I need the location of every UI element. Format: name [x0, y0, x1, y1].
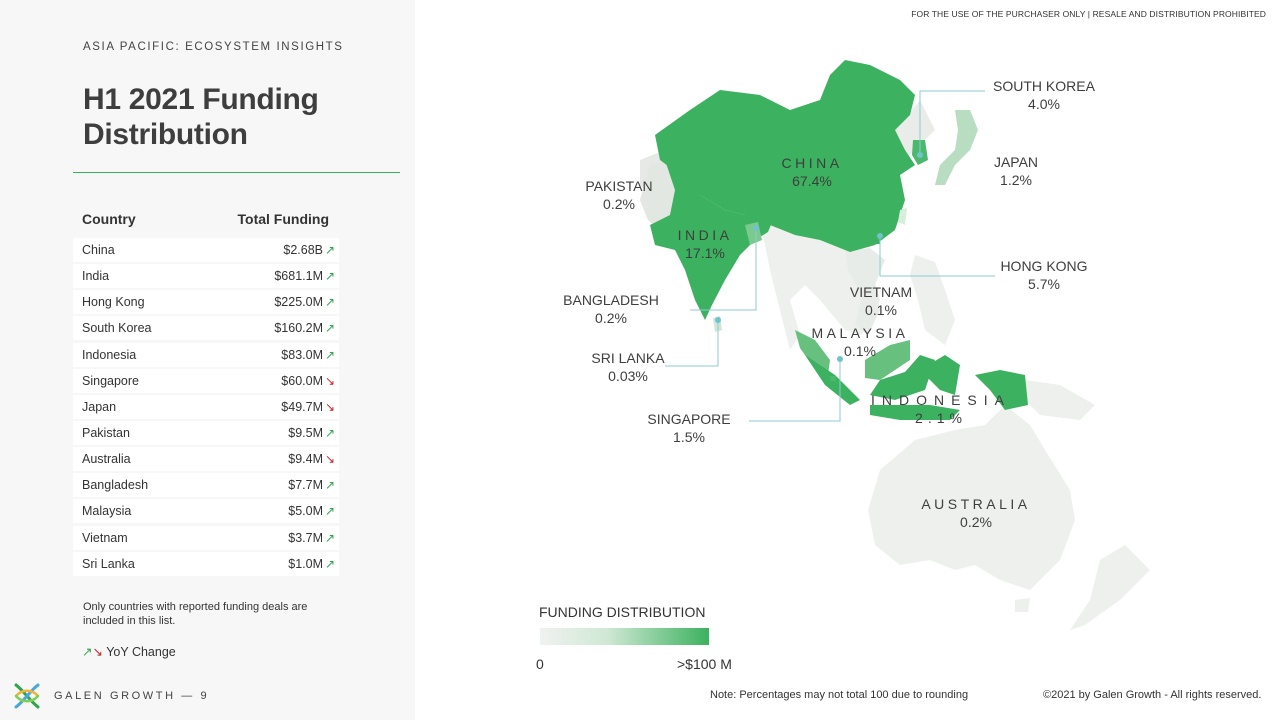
trend-up-icon: ↗ — [325, 556, 336, 571]
rounding-note: Note: Percentages may not total 100 due … — [710, 689, 969, 701]
country-cell: Singapore — [82, 373, 139, 388]
dot-sri-lanka — [715, 317, 721, 323]
label-australia: AUSTRALIA 0.2% — [921, 496, 1031, 530]
label-india: INDIA 17.1% — [677, 227, 733, 261]
table-row: Hong Kong $225.0M ↗ — [73, 290, 339, 315]
table-row: Vietnam $3.7M ↗ — [73, 525, 339, 550]
country-cell: Indonesia — [82, 347, 137, 362]
region-papua — [1025, 380, 1095, 420]
brand-and-page-number: GALEN GROWTH — 9 — [54, 690, 210, 702]
country-cell: South Korea — [82, 321, 152, 336]
region-tasmania — [1015, 598, 1030, 612]
region-new-zealand — [1070, 545, 1150, 630]
table-row: South Korea $160.2M ↗ — [73, 316, 339, 341]
funding-cell: $60.0M — [281, 373, 323, 388]
country-cell: Malaysia — [82, 504, 132, 519]
table-row: Japan $49.7M ↘ — [73, 394, 339, 419]
table-footnote: Only countries with reported funding dea… — [83, 601, 308, 627]
trend-up-icon: ↗ — [325, 243, 336, 257]
yoy-legend-label: YoY Change — [106, 645, 176, 659]
trend-up-icon: ↗ — [325, 530, 336, 545]
funding-cell: $83.0M — [281, 347, 323, 362]
column-header-funding: Total Funding — [237, 211, 330, 227]
table-row: Pakistan $9.5M ↗ — [73, 420, 339, 445]
label-bangladesh: BANGLADESH 0.2% — [563, 292, 659, 326]
funding-cell: $9.4M — [288, 452, 323, 467]
brand-footer: GALEN GROWTH — 9 — [12, 681, 209, 711]
label-singapore: SINGAPORE 1.5% — [647, 411, 731, 445]
funding-cell: $1.0M — [288, 556, 323, 571]
funding-cell: $49.7M — [281, 399, 323, 414]
table-row: India $681.1M ↗ — [73, 264, 339, 289]
label-vietnam: VIETNAM 0.1% — [849, 284, 913, 318]
left-panel: ASIA PACIFIC: ECOSYSTEM INSIGHTS H1 2021… — [0, 0, 415, 720]
table-row: Australia $9.4M ↘ — [73, 447, 339, 472]
funding-legend-max: >$100 M — [677, 656, 732, 672]
region-singapore — [830, 376, 836, 381]
funding-table: China $2.68B ↗ India $681.1M ↗ Hong Kong $225… — [73, 238, 339, 578]
country-cell: Vietnam — [82, 530, 128, 545]
country-cell: Hong Kong — [82, 295, 145, 310]
dot-hong-kong — [877, 233, 883, 239]
country-cell: India — [82, 269, 110, 284]
table-row: China $2.68B ↗ — [73, 238, 339, 262]
country-cell: Bangladesh — [82, 478, 149, 493]
table-row: Malaysia $5.0M ↗ — [73, 499, 339, 524]
funding-cell: $225.0M — [274, 295, 323, 310]
table-row: Indonesia $83.0M ↗ — [73, 342, 339, 367]
copyright: ©2021 by Galen Growth - All rights reser… — [1043, 689, 1262, 701]
yoy-legend: ↗↘ YoY Change — [82, 644, 176, 659]
trend-up-icon: ↗ — [325, 504, 336, 519]
country-cell: Japan — [82, 399, 117, 414]
table-header: Country Total Funding — [82, 211, 329, 227]
leader-sri-lanka — [665, 320, 719, 367]
label-japan: JAPAN 1.2% — [993, 154, 1039, 188]
table-row: Bangladesh $7.7M ↗ — [73, 473, 339, 498]
label-china: CHINA 67.4% — [781, 155, 843, 189]
trend-down-icon: ↘ — [325, 399, 336, 414]
country-cell: China — [82, 243, 115, 257]
trend-up-icon: ↗ — [325, 295, 336, 310]
trend-up-icon: ↗ — [325, 347, 336, 362]
trend-up-icon: ↗ — [325, 478, 336, 493]
funding-cell: $681.1M — [274, 269, 323, 284]
funding-cell: $160.2M — [274, 321, 323, 336]
dot-bangladesh — [753, 225, 759, 231]
trend-up-icon: ↗ — [325, 321, 336, 336]
trend-down-icon: ↘ — [325, 373, 336, 388]
trend-down-icon: ↘ — [92, 645, 103, 659]
country-cell: Sri Lanka — [82, 556, 135, 571]
funding-cell: $5.0M — [288, 504, 323, 519]
label-south-korea: SOUTH KOREA 4.0% — [993, 78, 1095, 112]
funding-cell: $3.7M — [288, 530, 323, 545]
trend-up-icon: ↗ — [325, 425, 336, 440]
funding-legend-title: FUNDING DISTRIBUTION — [539, 604, 706, 620]
table-row: Singapore $60.0M ↘ — [73, 368, 339, 393]
table-row: Sri Lanka $1.0M ↗ — [73, 551, 339, 576]
column-header-country: Country — [82, 211, 136, 227]
region-japan — [935, 110, 978, 185]
trend-up-icon: ↗ — [82, 645, 93, 659]
funding-cell: $9.5M — [288, 425, 323, 440]
label-hong-kong: HONG KONG 5.7% — [1000, 258, 1088, 292]
country-cell: Australia — [82, 452, 131, 467]
funding-legend-gradient — [540, 628, 709, 645]
page-title: H1 2021 Funding Distribution — [83, 83, 319, 151]
trend-down-icon: ↘ — [325, 452, 336, 467]
label-indonesia: INDONESIA 2.1% — [870, 392, 1011, 426]
title-divider — [73, 172, 400, 173]
section-eyebrow: ASIA PACIFIC: ECOSYSTEM INSIGHTS — [83, 41, 344, 53]
label-pakistan: PAKISTAN 0.2% — [585, 178, 653, 212]
funding-cell: $7.7M — [288, 478, 323, 493]
galen-growth-logo-icon — [14, 683, 40, 709]
funding-cell: $2.68B — [283, 243, 323, 257]
country-cell: Pakistan — [82, 425, 130, 440]
funding-legend-min: 0 — [536, 656, 544, 672]
dot-south-korea — [917, 152, 923, 158]
trend-up-icon: ↗ — [325, 269, 336, 284]
label-malaysia: MALAYSIA 0.1% — [811, 325, 909, 359]
label-sri-lanka: SRI LANKA 0.03% — [591, 350, 665, 384]
